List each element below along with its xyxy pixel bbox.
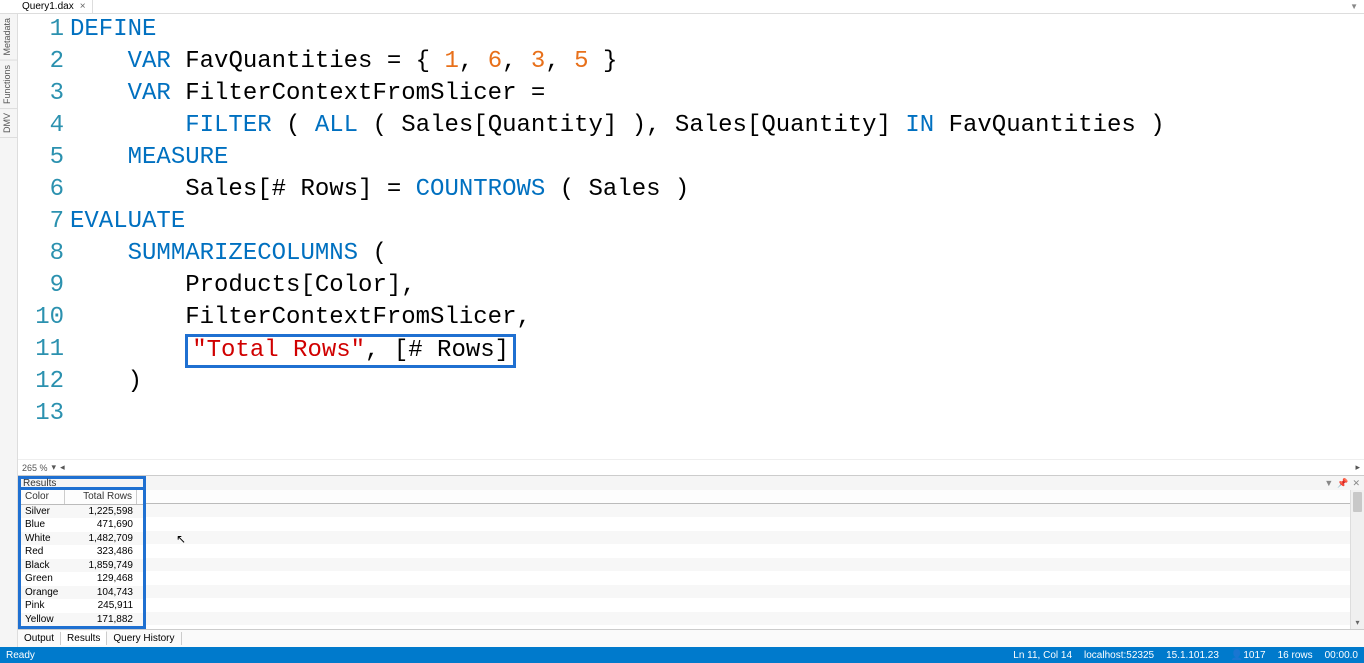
- scroll-down-icon[interactable]: ▾: [1351, 618, 1364, 627]
- column-header[interactable]: Color: [21, 490, 65, 504]
- file-tab-label: Query1.dax: [22, 1, 74, 12]
- side-tab-metadata[interactable]: Metadata: [0, 14, 17, 61]
- table-row[interactable]: Black1,859,749: [21, 559, 143, 573]
- bottom-tab-query-history[interactable]: Query History: [107, 632, 181, 645]
- results-title-text: Results: [23, 478, 56, 489]
- results-empty-area: [146, 490, 1350, 629]
- zoom-dropdown-icon[interactable]: ▾: [52, 462, 57, 473]
- results-grid[interactable]: ColorTotal RowsSilver1,225,598Blue471,69…: [18, 490, 146, 629]
- table-row[interactable]: Silver1,225,598: [21, 505, 143, 519]
- side-tab-functions[interactable]: Functions: [0, 61, 17, 109]
- results-panel: Results ▼ 📌 ✕ ColorTotal RowsSilver1,225…: [18, 475, 1364, 629]
- table-row[interactable]: White1,482,709: [21, 532, 143, 546]
- table-row[interactable]: Yellow171,882: [21, 613, 143, 627]
- dropdown-icon[interactable]: ▼: [1350, 2, 1364, 11]
- line-gutter: 12345678910111213: [18, 14, 70, 459]
- panel-close-icon[interactable]: ✕: [1352, 478, 1360, 489]
- status-time: 00:00.0: [1325, 650, 1358, 661]
- table-row[interactable]: Red323,486: [21, 545, 143, 559]
- side-tab-dmv[interactable]: DMV: [0, 109, 17, 138]
- table-row[interactable]: Pink245,911: [21, 599, 143, 613]
- scroll-right-icon[interactable]: ▸: [1355, 462, 1360, 473]
- bottom-tab-output[interactable]: Output: [18, 632, 61, 645]
- column-header[interactable]: Total Rows: [65, 490, 137, 504]
- zoom-level[interactable]: 265 %: [22, 463, 48, 473]
- highlighted-expression: "Total Rows", [# Rows]: [185, 334, 516, 368]
- side-tab-strip: Metadata Functions DMV: [0, 14, 18, 647]
- table-row[interactable]: Blue471,690: [21, 518, 143, 532]
- code-editor[interactable]: 12345678910111213 DEFINE VAR FavQuantiti…: [18, 14, 1364, 459]
- close-icon[interactable]: ×: [78, 1, 88, 12]
- table-row[interactable]: Orange104,743: [21, 586, 143, 600]
- bottom-tabstrip: OutputResultsQuery History: [18, 629, 1364, 647]
- code-area[interactable]: DEFINE VAR FavQuantities = { 1, 6, 3, 5 …: [70, 14, 1364, 459]
- status-users: 👤1017: [1231, 650, 1266, 661]
- table-row[interactable]: Green129,468: [21, 572, 143, 586]
- panel-pin-icon[interactable]: 📌: [1337, 478, 1348, 489]
- file-tab[interactable]: Query1.dax ×: [18, 0, 93, 13]
- status-host: localhost:52325: [1084, 650, 1154, 661]
- panel-dropdown-icon[interactable]: ▼: [1324, 478, 1333, 489]
- editor-wrap: 12345678910111213 DEFINE VAR FavQuantiti…: [18, 14, 1364, 647]
- file-tabstrip: Query1.dax × ▼: [0, 0, 1364, 14]
- bottom-tab-results[interactable]: Results: [61, 631, 107, 645]
- status-bar: Ready Ln 11, Col 14 localhost:52325 15.1…: [0, 647, 1364, 663]
- zoom-bar: 265 % ▾ ◂ ▸: [18, 459, 1364, 475]
- scroll-left-icon[interactable]: ◂: [60, 462, 65, 473]
- status-version: 15.1.101.23: [1166, 650, 1219, 661]
- status-ready: Ready: [6, 650, 35, 661]
- scrollbar-thumb[interactable]: [1353, 492, 1362, 512]
- results-scrollbar[interactable]: ▾: [1350, 490, 1364, 629]
- status-cursor: Ln 11, Col 14: [1013, 650, 1072, 661]
- results-panel-title: Results: [18, 476, 146, 490]
- main-area: Metadata Functions DMV 12345678910111213…: [0, 14, 1364, 647]
- status-rows: 16 rows: [1278, 650, 1313, 661]
